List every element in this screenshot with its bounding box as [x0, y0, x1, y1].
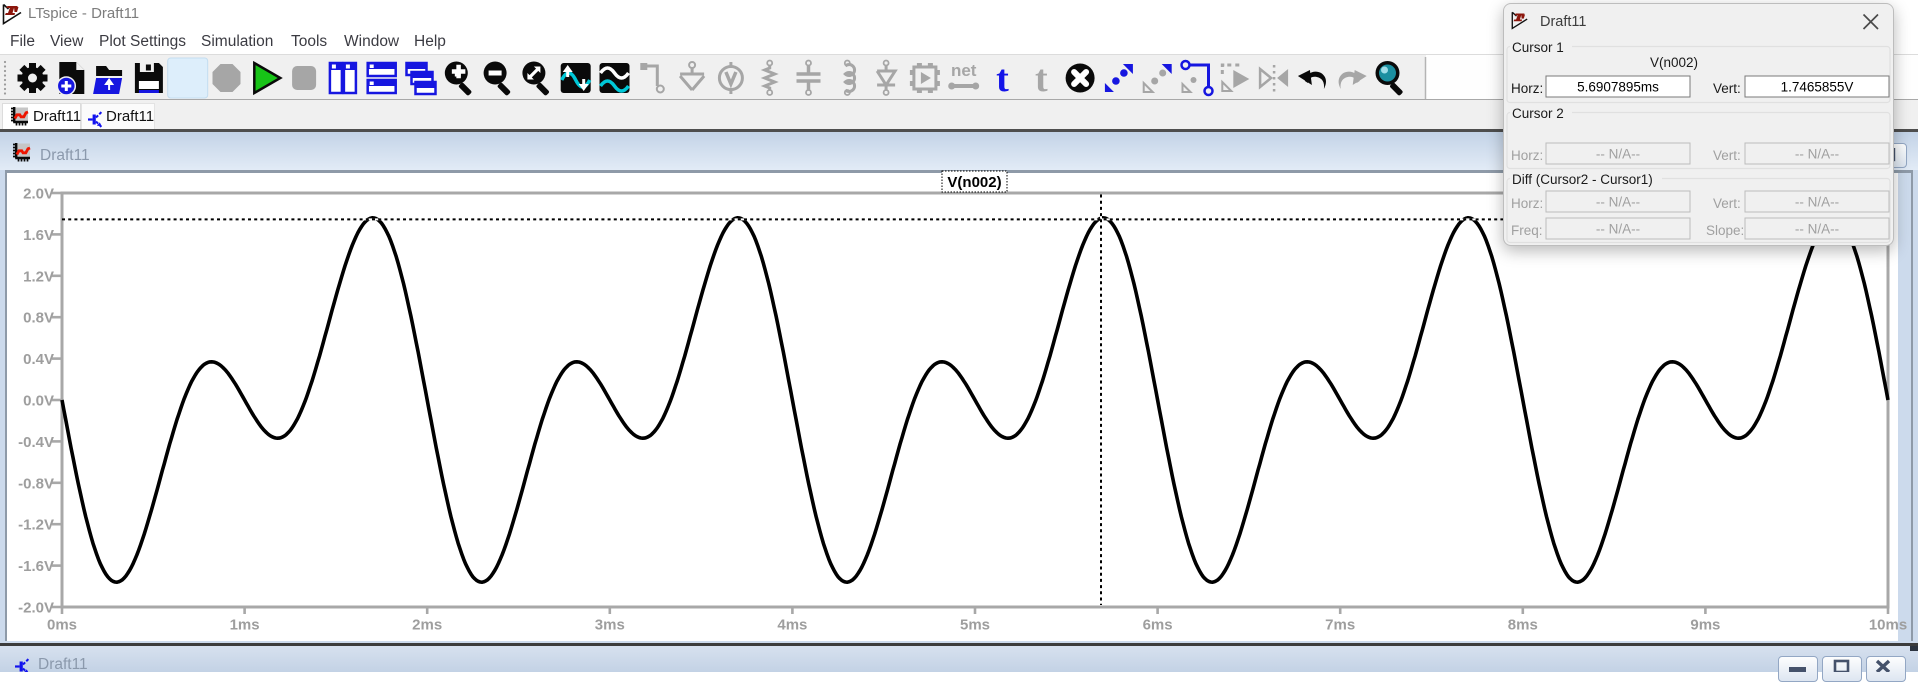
svg-text:Freq:: Freq:	[1511, 223, 1543, 238]
svg-text:t: t	[1035, 58, 1048, 100]
svg-text:-- N/A--: -- N/A--	[1596, 222, 1640, 237]
svg-text:Horz:: Horz:	[1511, 148, 1543, 163]
svg-text:-- N/A--: -- N/A--	[1795, 147, 1839, 162]
svg-text:5.6907895ms: 5.6907895ms	[1577, 80, 1659, 95]
svg-text:V(n002): V(n002)	[1650, 55, 1698, 70]
svg-text:Cursor 1: Cursor 1	[1512, 40, 1564, 55]
svg-text:Slope:: Slope:	[1706, 223, 1744, 238]
svg-text:1.7465855V: 1.7465855V	[1781, 80, 1854, 95]
svg-text:net: net	[951, 61, 977, 80]
svg-text:-- N/A--: -- N/A--	[1795, 195, 1839, 210]
svg-text:-- N/A--: -- N/A--	[1795, 222, 1839, 237]
svg-text:-- N/A--: -- N/A--	[1596, 195, 1640, 210]
svg-text:Horz:: Horz:	[1511, 81, 1543, 96]
svg-text:Diff (Cursor2 - Cursor1): Diff (Cursor2 - Cursor1)	[1512, 172, 1653, 187]
svg-text:Draft11: Draft11	[1540, 14, 1586, 30]
svg-text:-- N/A--: -- N/A--	[1596, 147, 1640, 162]
svg-text:Vert:: Vert:	[1713, 148, 1741, 163]
svg-text:Vert:: Vert:	[1713, 81, 1741, 96]
svg-text:t: t	[996, 58, 1009, 100]
svg-text:Vert:: Vert:	[1713, 196, 1741, 211]
svg-text:Cursor 2: Cursor 2	[1512, 106, 1564, 121]
svg-text:Horz:: Horz:	[1511, 196, 1543, 211]
